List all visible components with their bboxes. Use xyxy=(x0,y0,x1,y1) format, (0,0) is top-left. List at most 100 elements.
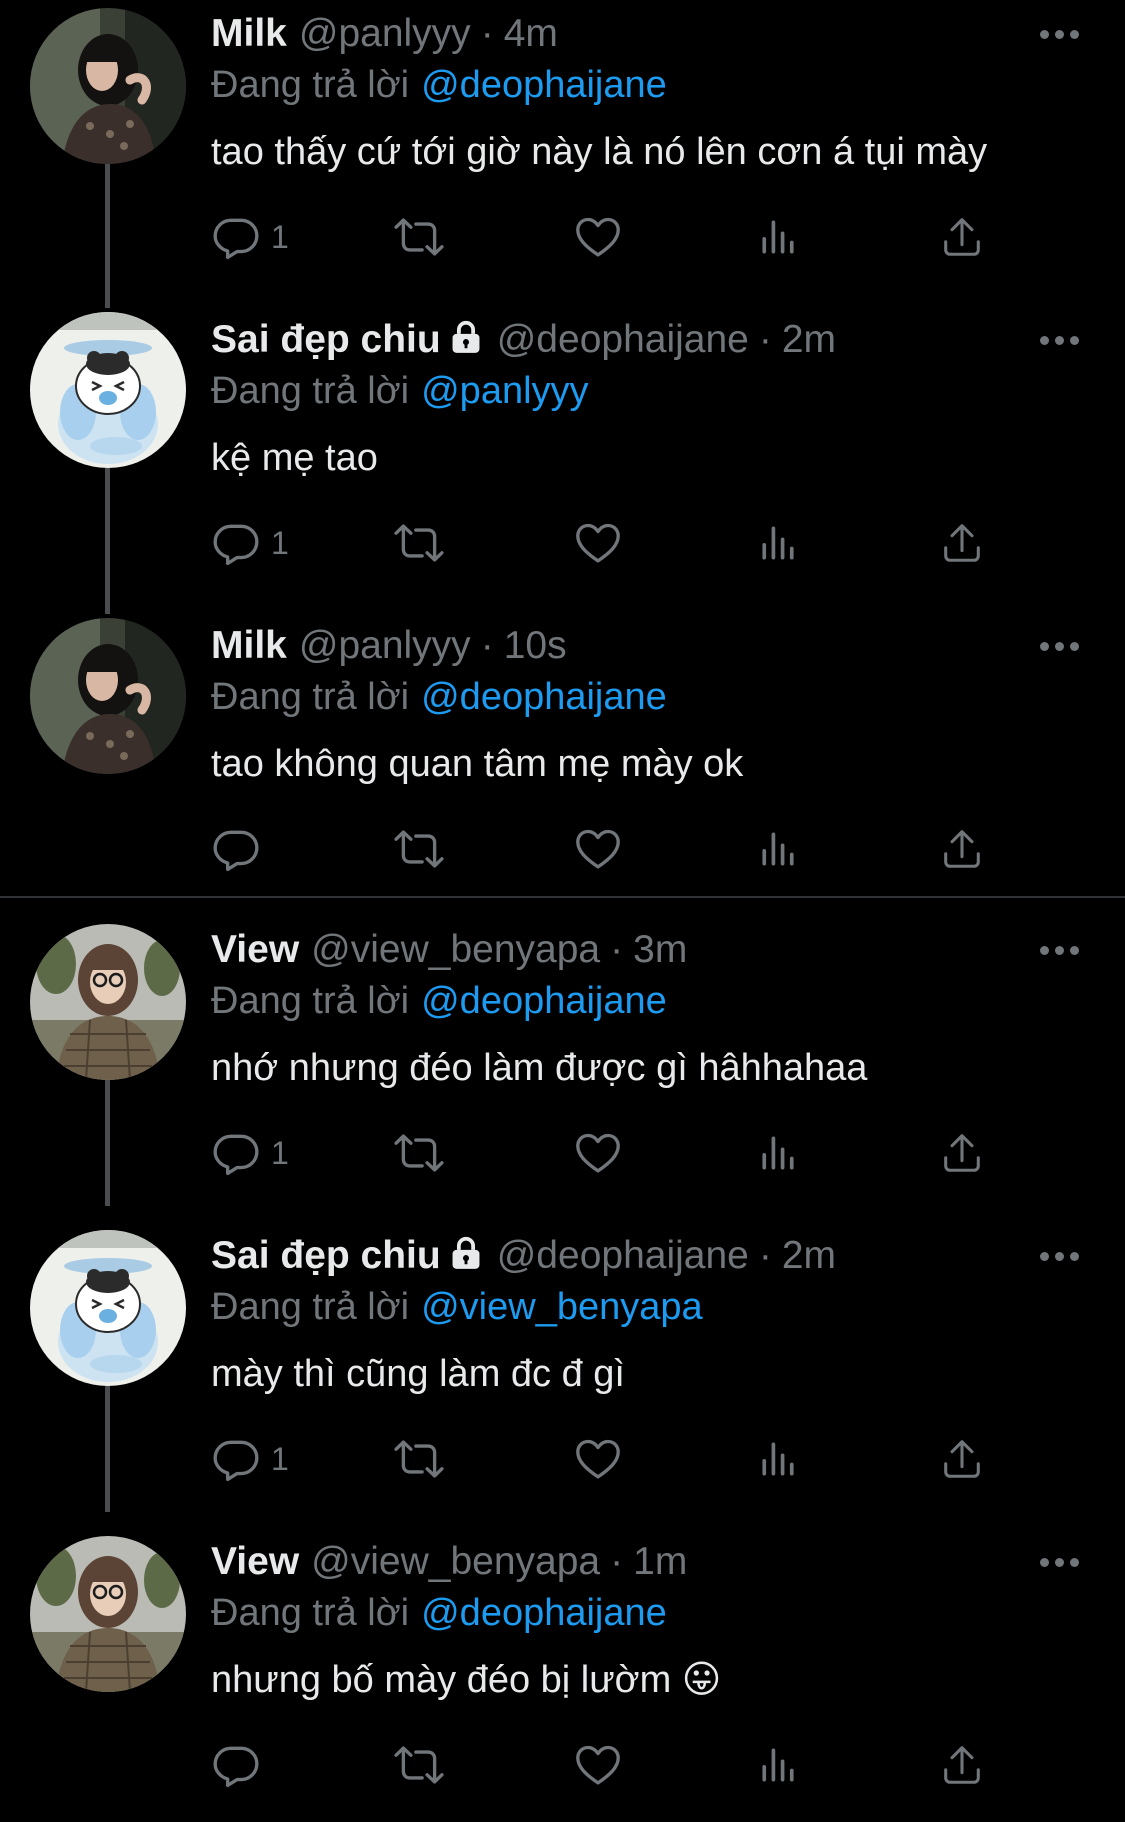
avatar-sai-dep-chiu[interactable] xyxy=(30,1230,186,1386)
tweet-item[interactable]: Milk @panlyyy · 10s Đang trả lời @deophaijan… xyxy=(0,612,1125,918)
retweet-button[interactable] xyxy=(391,824,447,874)
views-button[interactable] xyxy=(756,1128,800,1178)
user-handle[interactable]: @panlyyy xyxy=(299,624,471,667)
display-name[interactable]: Sai đẹp chiu xyxy=(211,1234,441,1277)
tweet-item[interactable]: Milk @panlyyy · 4m Đang trả lời @deophaijane… xyxy=(0,0,1125,308)
retweet-icon xyxy=(391,1740,447,1790)
tweet-timestamp[interactable]: 10s xyxy=(504,624,567,667)
tweet-timestamp[interactable]: 1m xyxy=(633,1540,687,1583)
retweet-button[interactable] xyxy=(391,1128,447,1178)
reply-button[interactable]: 1 xyxy=(211,1434,289,1484)
views-button[interactable] xyxy=(756,1740,800,1790)
like-button[interactable] xyxy=(573,1434,623,1484)
retweet-button[interactable] xyxy=(391,518,447,568)
retweet-button[interactable] xyxy=(391,1740,447,1790)
avatar-image xyxy=(30,618,186,774)
tweet-item[interactable]: Sai đẹp chiu @deophaijane · 2m Đang trả lời… xyxy=(0,1204,1125,1512)
display-name[interactable]: View xyxy=(211,1540,299,1583)
user-handle[interactable]: @view_benyapa xyxy=(311,928,600,971)
more-options-button[interactable] xyxy=(1040,27,1080,41)
tweet-text: mày thì cũng làm đc đ gì xyxy=(211,1353,625,1395)
tweet-actions xyxy=(211,1740,1011,1790)
views-chart-icon xyxy=(756,1434,800,1484)
user-handle[interactable]: @panlyyy xyxy=(299,12,471,55)
retweet-button[interactable] xyxy=(391,1434,447,1484)
reply-button[interactable] xyxy=(211,824,271,874)
tweet-actions: 1 xyxy=(211,518,1011,568)
mention-link[interactable]: @deophaijane xyxy=(421,980,667,1022)
share-button[interactable] xyxy=(939,1434,985,1484)
avatar-milk[interactable] xyxy=(30,618,186,774)
avatar-view[interactable] xyxy=(30,1536,186,1692)
mention-link[interactable]: @deophaijane xyxy=(421,64,667,106)
thread-conversation-2: View @view_benyapa · 3m Đang trả lời @deopha… xyxy=(0,898,1125,1822)
tweet-header: Milk @panlyyy · 10s xyxy=(211,623,567,669)
more-options-button[interactable] xyxy=(1040,639,1080,653)
like-button[interactable] xyxy=(573,212,623,262)
tweet-item[interactable]: View @view_benyapa · 3m Đang trả lời @deopha… xyxy=(0,898,1125,1206)
display-name[interactable]: Milk xyxy=(211,624,287,667)
share-icon xyxy=(939,824,985,874)
share-button[interactable] xyxy=(939,518,985,568)
display-name[interactable]: Milk xyxy=(211,12,287,55)
more-options-button[interactable] xyxy=(1040,333,1080,347)
replying-to-label: Đang trả lời xyxy=(211,64,410,106)
reply-button[interactable]: 1 xyxy=(211,1128,289,1178)
separator-dot: · xyxy=(758,318,772,361)
replying-to-label: Đang trả lời xyxy=(211,370,410,412)
views-button[interactable] xyxy=(756,1434,800,1484)
views-button[interactable] xyxy=(756,824,800,874)
share-button[interactable] xyxy=(939,1128,985,1178)
share-button[interactable] xyxy=(939,1740,985,1790)
user-handle[interactable]: @deophaijane xyxy=(497,318,749,361)
lock-icon xyxy=(447,1234,485,1272)
share-icon xyxy=(939,1128,985,1178)
display-name[interactable]: Sai đẹp chiu xyxy=(211,318,441,361)
heart-icon xyxy=(573,1434,623,1484)
views-button[interactable] xyxy=(756,518,800,568)
avatar-milk[interactable] xyxy=(30,8,186,164)
replying-to-label: Đang trả lời xyxy=(211,1286,410,1328)
tweet-item[interactable]: Sai đẹp chiu @deophaijane · 2m Đang trả lời… xyxy=(0,306,1125,614)
avatar-view[interactable] xyxy=(30,924,186,1080)
display-name[interactable]: View xyxy=(211,928,299,971)
reply-count: 1 xyxy=(271,524,289,561)
views-chart-icon xyxy=(756,1128,800,1178)
share-button[interactable] xyxy=(939,212,985,262)
mention-link[interactable]: @panlyyy xyxy=(421,370,588,412)
reply-button[interactable] xyxy=(211,1740,271,1790)
mention-link[interactable]: @deophaijane xyxy=(421,1592,667,1634)
tweet-timestamp[interactable]: 3m xyxy=(633,928,687,971)
share-icon xyxy=(939,212,985,262)
like-button[interactable] xyxy=(573,1128,623,1178)
reply-icon xyxy=(211,212,261,262)
tweet-timestamp[interactable]: 2m xyxy=(782,1234,836,1277)
views-button[interactable] xyxy=(756,212,800,262)
lock-icon xyxy=(447,318,485,356)
replying-to-label: Đang trả lời xyxy=(211,980,410,1022)
tweet-text: kệ mẹ tao xyxy=(211,437,378,479)
like-button[interactable] xyxy=(573,1740,623,1790)
more-options-button[interactable] xyxy=(1040,943,1080,957)
heart-icon xyxy=(573,824,623,874)
retweet-button[interactable] xyxy=(391,212,447,262)
avatar-sai-dep-chiu[interactable] xyxy=(30,312,186,468)
user-handle[interactable]: @view_benyapa xyxy=(311,1540,600,1583)
reply-button[interactable]: 1 xyxy=(211,212,289,262)
like-button[interactable] xyxy=(573,518,623,568)
reply-button[interactable]: 1 xyxy=(211,518,289,568)
more-options-button[interactable] xyxy=(1040,1249,1080,1263)
user-handle[interactable]: @deophaijane xyxy=(497,1234,749,1277)
tweet-header: View @view_benyapa · 3m xyxy=(211,927,687,973)
retweet-icon xyxy=(391,1128,447,1178)
mention-link[interactable]: @view_benyapa xyxy=(421,1286,703,1328)
avatar-image xyxy=(30,1536,186,1692)
tweet-timestamp[interactable]: 4m xyxy=(504,12,558,55)
like-button[interactable] xyxy=(573,824,623,874)
more-options-button[interactable] xyxy=(1040,1555,1080,1569)
mention-link[interactable]: @deophaijane xyxy=(421,676,667,718)
tweet-item[interactable]: View @view_benyapa · 1m Đang trả lời @deopha… xyxy=(0,1510,1125,1816)
share-button[interactable] xyxy=(939,824,985,874)
tweet-header: Milk @panlyyy · 4m xyxy=(211,11,558,57)
tweet-timestamp[interactable]: 2m xyxy=(782,318,836,361)
